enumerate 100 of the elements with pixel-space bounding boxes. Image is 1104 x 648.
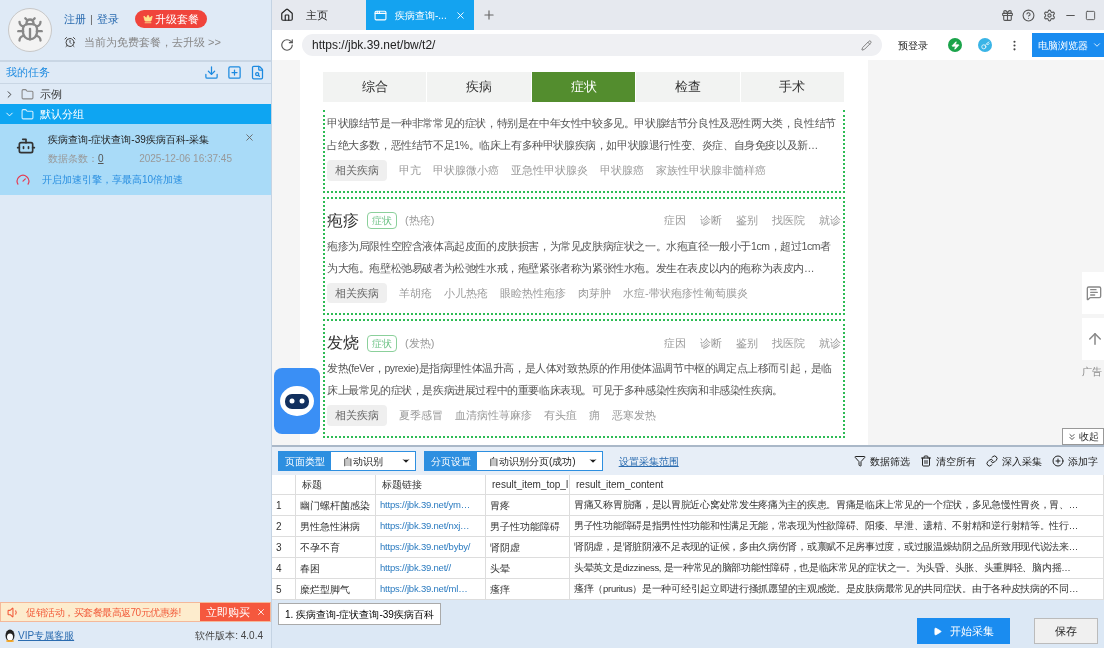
link-cell[interactable]: https://jbk.39.net/byby/ — [376, 537, 486, 557]
register-link[interactable]: 注册 — [64, 10, 86, 27]
card-link[interactable]: 鉴别 — [736, 212, 758, 229]
gift-icon[interactable] — [1001, 8, 1014, 22]
lightning-icon[interactable] — [948, 38, 962, 52]
plan-note[interactable]: 当前为免费套餐，去升级 >> — [84, 33, 221, 51]
card-link[interactable]: 找医院 — [772, 334, 805, 352]
robot-mascot-icon[interactable] — [274, 368, 320, 434]
separator: | — [90, 11, 93, 27]
nav-tab[interactable]: 疾病 — [427, 72, 532, 102]
back-to-top-button[interactable] — [1082, 318, 1104, 360]
related-link[interactable]: 恶寒发热 — [612, 407, 656, 424]
toolbar-button[interactable]: 清空所有 — [920, 453, 976, 469]
double-chevron-icon — [1067, 431, 1077, 442]
maximize-icon[interactable] — [1085, 9, 1096, 21]
boost-link[interactable]: 开启加速引擎，享最高10倍加速 — [42, 172, 184, 187]
card-link[interactable]: 就诊 — [819, 212, 841, 229]
tree-group[interactable]: 示例 — [0, 84, 271, 104]
select-field[interactable]: 分页设置 自动识别分页(成功) — [424, 451, 603, 471]
add-icon[interactable] — [227, 65, 242, 80]
related-link[interactable]: 亚急性甲状腺炎 — [511, 162, 588, 179]
toolbar-button[interactable]: 添加字 — [1052, 453, 1098, 469]
select-field[interactable]: 页面类型 自动识别 — [278, 451, 416, 471]
related-link[interactable]: 夏季感冒 — [399, 407, 443, 424]
related-link[interactable]: 水痘-带状疱疹性葡萄膜炎 — [623, 284, 748, 301]
link-cell[interactable]: https://jbk.39.net/ml… — [376, 579, 486, 599]
related-link[interactable]: 家族性甲状腺非髓样癌 — [656, 162, 766, 179]
play-icon — [933, 626, 942, 636]
card-title[interactable]: 疱疹 — [327, 208, 359, 233]
table-cell: 男子性功能障碍是指男性性功能和性满足无能，常表现为性欲障碍、阳痿、早泄、遗精、不射精和逆行射精等。性行… — [570, 516, 1104, 536]
table-cell: 春困 — [296, 558, 376, 578]
task-card[interactable]: 疾病查询-症状查询-39疾病百科-采集 数据条数：0 2025-12-06 16:37:45 开启加速引擎，享最高10倍加速 — [0, 124, 271, 195]
save-button[interactable]: 保存 — [1034, 618, 1098, 644]
key-icon[interactable] — [978, 38, 992, 52]
upgrade-button[interactable]: 升级套餐 — [134, 9, 207, 28]
home-tab[interactable]: 主页 — [272, 0, 366, 30]
card-link[interactable]: 症因 — [664, 334, 686, 352]
count-link[interactable]: 0 — [98, 151, 104, 166]
table-cell: 瘙痒（pruritus）是一种可经引起立即进行搔抓愿望的主观感觉。是皮肤病最常见的共同症状。由于各种皮扶病的不同… — [570, 579, 1104, 599]
related-link[interactable]: 有头疽 — [544, 407, 577, 424]
help-icon[interactable] — [1022, 8, 1035, 22]
task-time: 2025-12-06 16:37:45 — [139, 152, 232, 166]
close-icon[interactable] — [256, 607, 266, 617]
card-link[interactable]: 找医院 — [772, 212, 805, 229]
reload-icon[interactable] — [280, 38, 294, 52]
toolbar-button[interactable]: 深入采集 — [986, 453, 1042, 469]
card-link[interactable]: 鉴别 — [736, 334, 758, 352]
nav-tab[interactable]: 检查 — [636, 72, 741, 102]
browser-mode-button[interactable]: 电脑浏览器 — [1032, 33, 1104, 57]
range-link[interactable]: 设置采集范围 — [618, 453, 679, 469]
feedback-button[interactable] — [1082, 272, 1104, 314]
card-link[interactable]: 诊断 — [700, 334, 722, 352]
row-number: 5 — [272, 579, 296, 599]
related-link[interactable]: 眼睑热性疱疹 — [500, 284, 566, 301]
related-link[interactable]: 甲状腺微小癌 — [433, 162, 499, 179]
close-icon[interactable] — [244, 132, 255, 143]
link-cell[interactable]: https://jbk.39.net/ym… — [376, 495, 486, 515]
start-button[interactable]: 开始采集 — [917, 618, 1010, 644]
buy-now-button[interactable]: 立即购买 — [200, 603, 256, 621]
card-description: 发热(feVer，pyrexie)是指病理性体温升高，是人体对致热原的作用使体温调节中枢的调定点上移而引起，是临床上最常见的症状，是疾病进展过程中的重要临床表现。可见于多种感染性疾病和非感染性疾病。 — [327, 361, 833, 398]
table-cell: 幽门螺杆菌感染 — [296, 495, 376, 515]
toolbar-button[interactable]: 数据筛选 — [854, 453, 910, 469]
new-tab-icon[interactable] — [482, 8, 496, 22]
card-link[interactable]: 诊断 — [700, 212, 722, 229]
caret-icon — [587, 456, 598, 466]
pre-login-button[interactable]: 预登录 — [898, 37, 928, 53]
card-link[interactable]: 症因 — [664, 212, 686, 229]
link-cell[interactable]: https://jbk.39.net/nxj… — [376, 516, 486, 536]
related-link[interactable]: 羊胡疮 — [399, 284, 432, 301]
column-header: 标题链接 — [376, 475, 486, 494]
column-header: result_item_content — [570, 475, 1104, 494]
support-link[interactable]: VIP专属客服 — [18, 627, 75, 643]
card-link[interactable]: 就诊 — [819, 334, 841, 352]
card-title[interactable]: 发烧 — [327, 331, 359, 355]
section-title: 我的任务 — [6, 65, 50, 81]
pencil-icon[interactable] — [861, 39, 872, 51]
table-cell: 男子性功能障碍 — [486, 516, 570, 536]
nav-tab[interactable]: 手术 — [740, 72, 846, 102]
close-icon[interactable] — [455, 9, 466, 21]
related-link[interactable]: 小儿热疮 — [444, 284, 488, 301]
related-link[interactable]: 血清病性荨麻疹 — [455, 407, 532, 424]
url-field[interactable]: https://jbk.39.net/bw/t2/ — [302, 34, 882, 56]
link-cell[interactable]: https://jbk.39.net// — [376, 558, 486, 578]
login-link[interactable]: 登录 — [96, 10, 119, 27]
search-icon[interactable] — [250, 65, 265, 80]
collapse-button[interactable]: 收起 — [1062, 428, 1104, 445]
related-link[interactable]: 甲状腺癌 — [600, 162, 644, 179]
table-cell: 胃疼 — [486, 495, 570, 515]
symptom-tag: 症状 — [367, 334, 397, 352]
related-link[interactable]: 肉芽肿 — [578, 284, 611, 301]
settings-icon[interactable] — [1043, 8, 1056, 22]
task-tab[interactable]: 1. 疾病查询-症状查询-39疾病百科 — [278, 603, 441, 625]
nav-tab[interactable]: 综合 — [323, 72, 428, 102]
browser-tab[interactable]: 疾病查询-... — [366, 0, 474, 30]
related-link[interactable]: 痈 — [589, 407, 600, 424]
related-label: 相关疾病 — [327, 405, 387, 426]
related-link[interactable]: 甲亢 — [399, 162, 421, 179]
nav-tab[interactable]: 症状 — [531, 72, 637, 102]
import-icon[interactable] — [204, 65, 219, 80]
tree-group[interactable]: 默认分组 — [0, 104, 271, 124]
